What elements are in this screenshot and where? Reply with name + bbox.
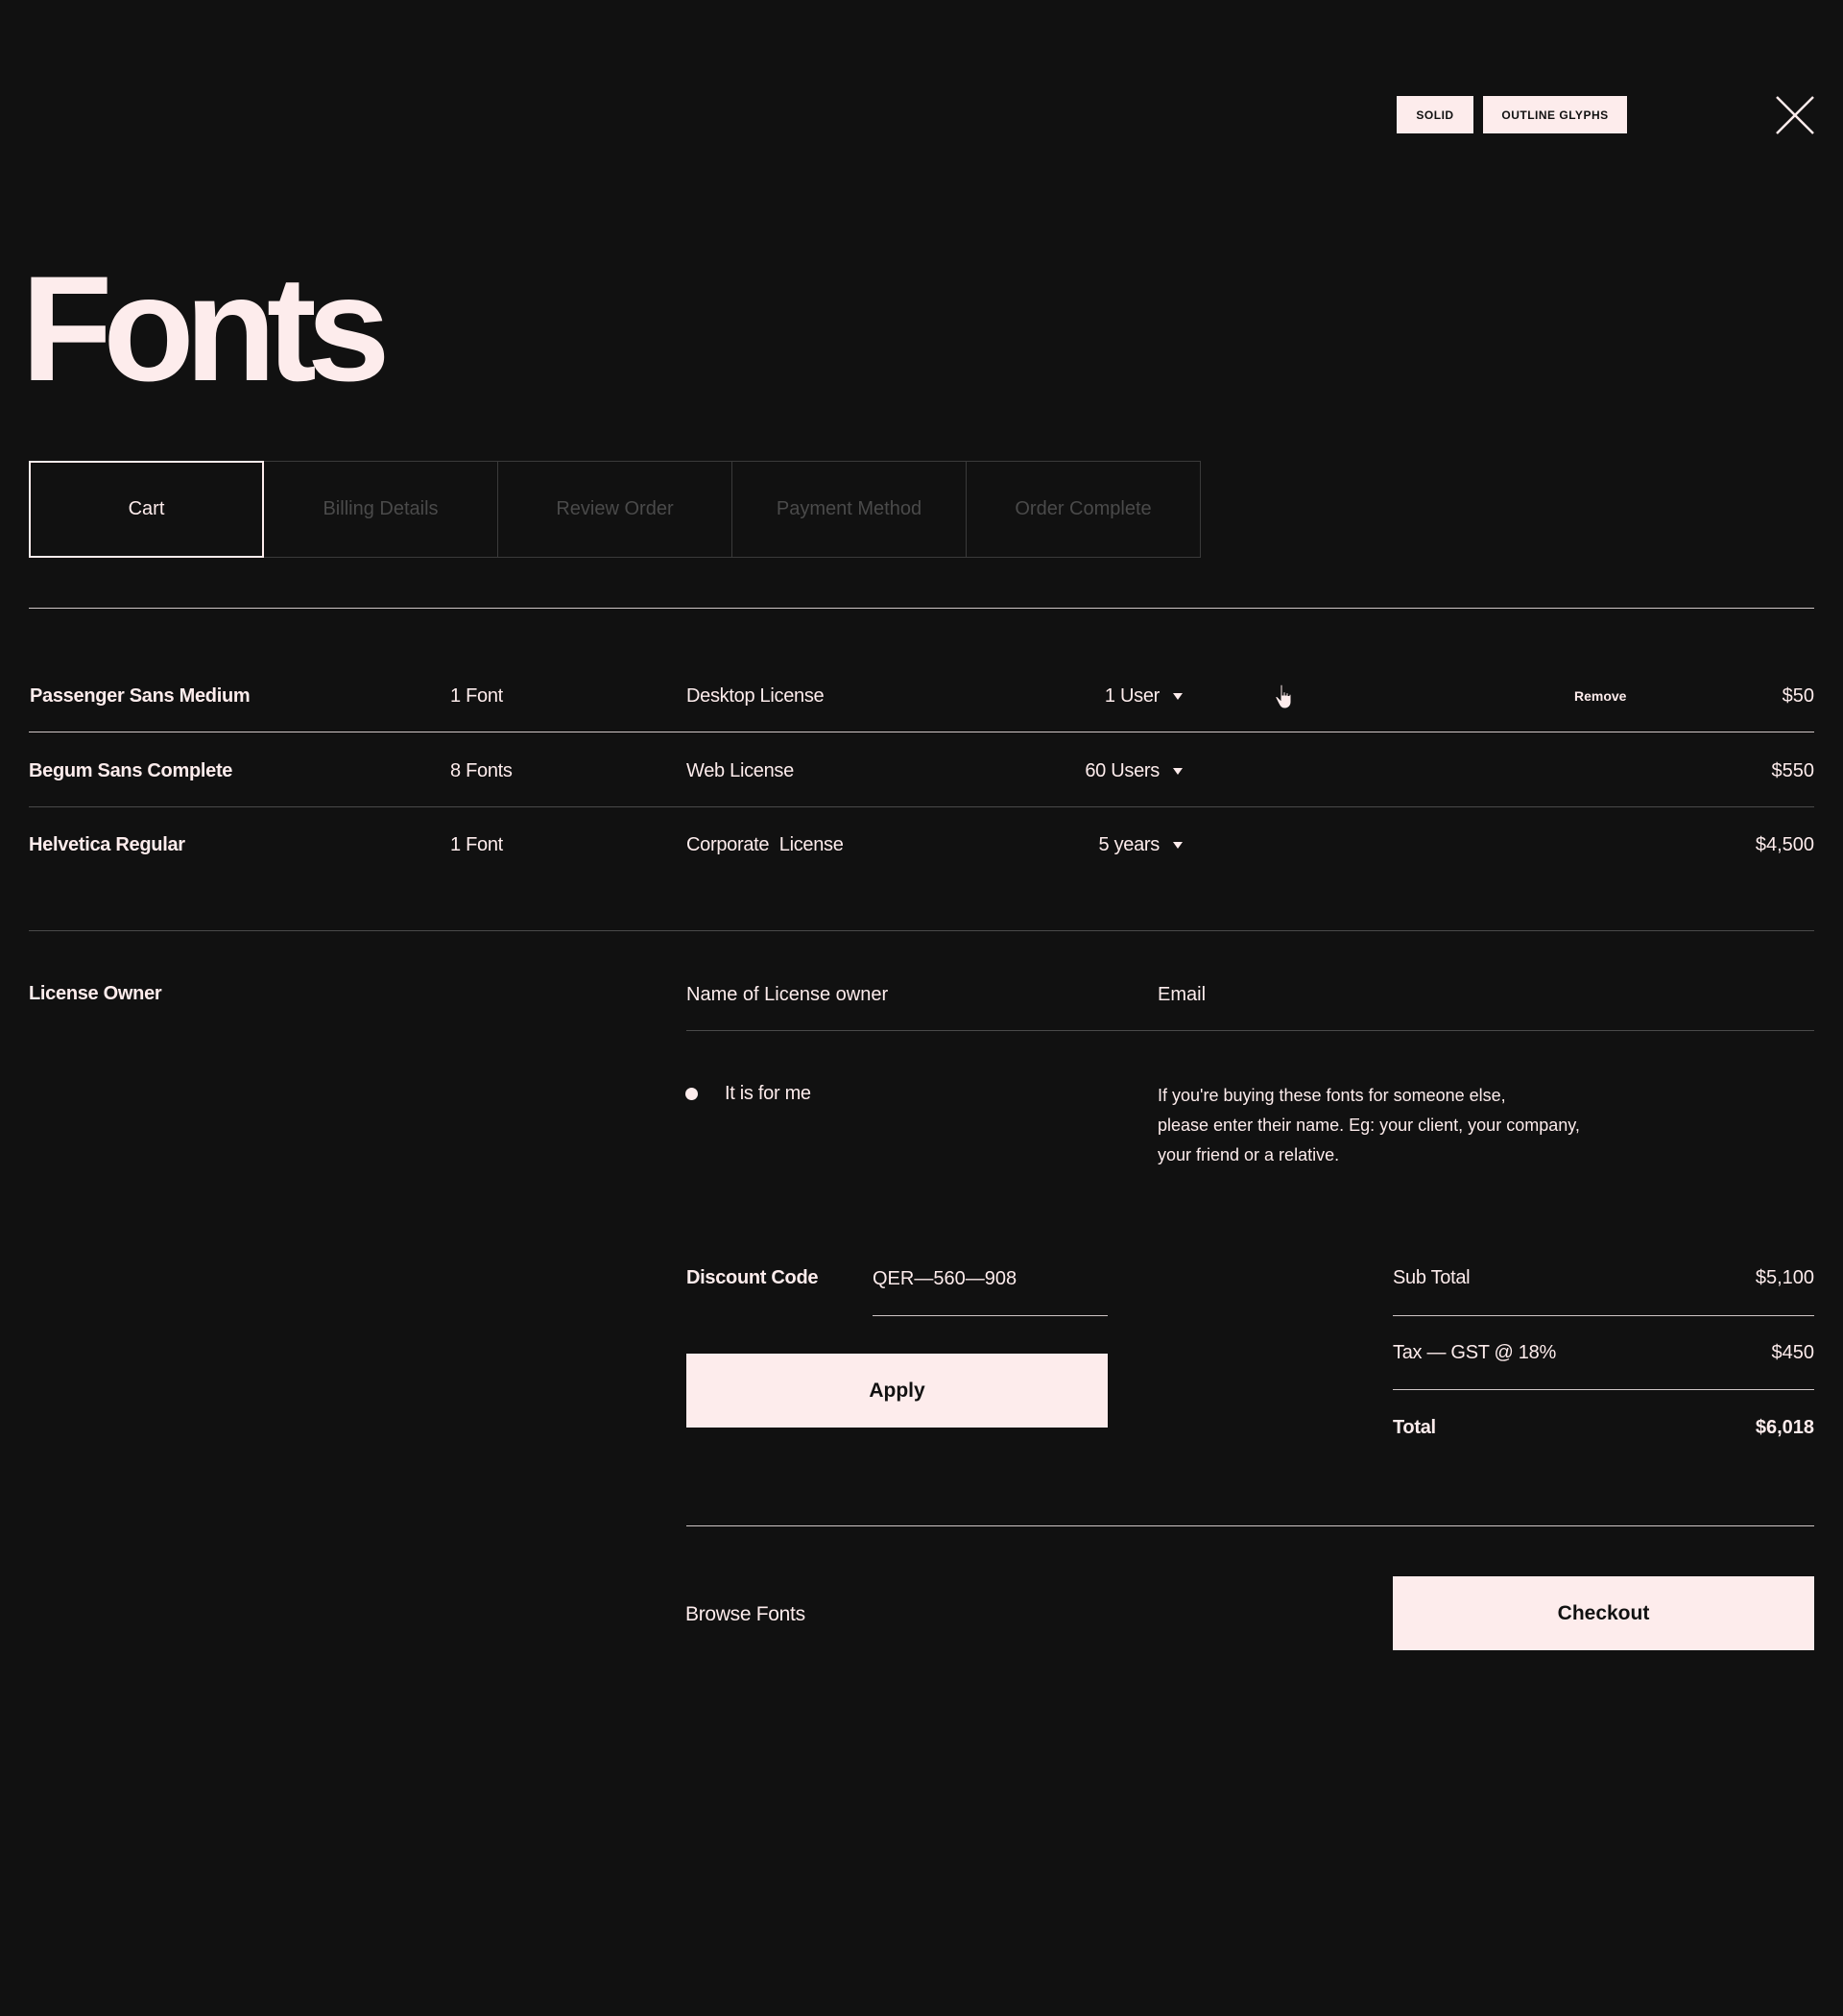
close-icon[interactable] xyxy=(1774,94,1816,136)
remove-button[interactable]: Remove xyxy=(1574,688,1626,704)
cart-item-license: Corporate License xyxy=(686,834,844,855)
divider xyxy=(1393,1315,1814,1316)
apply-button[interactable]: Apply xyxy=(686,1354,1108,1428)
divider xyxy=(873,1315,1108,1316)
divider xyxy=(29,806,1814,807)
cart-item-price: $50 xyxy=(1782,685,1814,707)
cart-item-license: Desktop License xyxy=(686,685,825,707)
checkout-steps: Cart Billing Details Review Order Paymen… xyxy=(29,461,1201,558)
radio-label[interactable]: It is for me xyxy=(725,1083,811,1105)
subtotal-label: Sub Total xyxy=(1393,1267,1471,1288)
cart-item-name: Helvetica Regular xyxy=(29,834,185,855)
chevron-down-icon xyxy=(1173,842,1183,849)
radio-selected-icon[interactable] xyxy=(685,1088,698,1100)
quantity-value: 5 years xyxy=(1098,834,1161,855)
divider xyxy=(29,608,1814,609)
cart-item-price: $550 xyxy=(1771,760,1815,781)
email-input[interactable] xyxy=(1158,981,1801,1008)
divider xyxy=(686,1030,1814,1031)
total-value: $6,018 xyxy=(1755,1417,1814,1438)
cart-item-count: 8 Fonts xyxy=(450,760,513,781)
license-owner-name-input[interactable] xyxy=(686,981,1128,1008)
cart-item-name: Passenger Sans Medium xyxy=(30,685,251,707)
outline-glyphs-toggle-button[interactable]: OUTLINE GLYPHS xyxy=(1483,96,1627,133)
cart-item-license: Web License xyxy=(686,760,794,781)
help-line: please enter their name. Eg: your client… xyxy=(1158,1116,1580,1135)
quantity-dropdown[interactable]: 1 User xyxy=(1105,685,1183,708)
discount-code-input[interactable] xyxy=(873,1265,1108,1292)
checkout-button[interactable]: Checkout xyxy=(1393,1576,1814,1650)
browse-fonts-link[interactable]: Browse Fonts xyxy=(685,1603,805,1626)
chevron-down-icon xyxy=(1173,693,1183,700)
help-text: If you're buying these fonts for someone… xyxy=(1158,1081,1580,1170)
quantity-dropdown[interactable]: 5 years xyxy=(1098,834,1183,856)
discount-code-label: Discount Code xyxy=(686,1267,819,1288)
help-line: your friend or a relative. xyxy=(1158,1145,1340,1164)
solid-toggle-button[interactable]: SOLID xyxy=(1397,96,1473,133)
tax-label: Tax — GST @ 18% xyxy=(1393,1342,1556,1363)
tab-payment-method[interactable]: Payment Method xyxy=(731,461,967,558)
divider xyxy=(1393,1389,1814,1390)
tab-review-order[interactable]: Review Order xyxy=(497,461,732,558)
divider xyxy=(686,1525,1814,1526)
total-label: Total xyxy=(1393,1417,1436,1438)
tab-billing-details[interactable]: Billing Details xyxy=(263,461,498,558)
chevron-down-icon xyxy=(1173,768,1183,775)
hand-cursor-icon xyxy=(1275,684,1292,709)
divider xyxy=(29,930,1814,931)
quantity-value: 60 Users xyxy=(1085,760,1160,781)
page-title: Fonts xyxy=(21,246,391,413)
cart-item-name: Begum Sans Complete xyxy=(29,760,233,781)
cart-item-count: 1 Font xyxy=(450,834,503,855)
subtotal-value: $5,100 xyxy=(1755,1267,1814,1288)
tax-value: $450 xyxy=(1771,1342,1815,1363)
help-line: If you're buying these fonts for someone… xyxy=(1158,1086,1506,1105)
cart-item-price: $4,500 xyxy=(1755,834,1814,855)
tab-cart[interactable]: Cart xyxy=(29,461,264,558)
quantity-value: 1 User xyxy=(1104,685,1160,707)
cart-item-count: 1 Font xyxy=(450,685,503,707)
license-owner-label: License Owner xyxy=(29,983,162,1004)
tab-order-complete[interactable]: Order Complete xyxy=(966,461,1201,558)
quantity-dropdown[interactable]: 60 Users xyxy=(1085,760,1183,782)
